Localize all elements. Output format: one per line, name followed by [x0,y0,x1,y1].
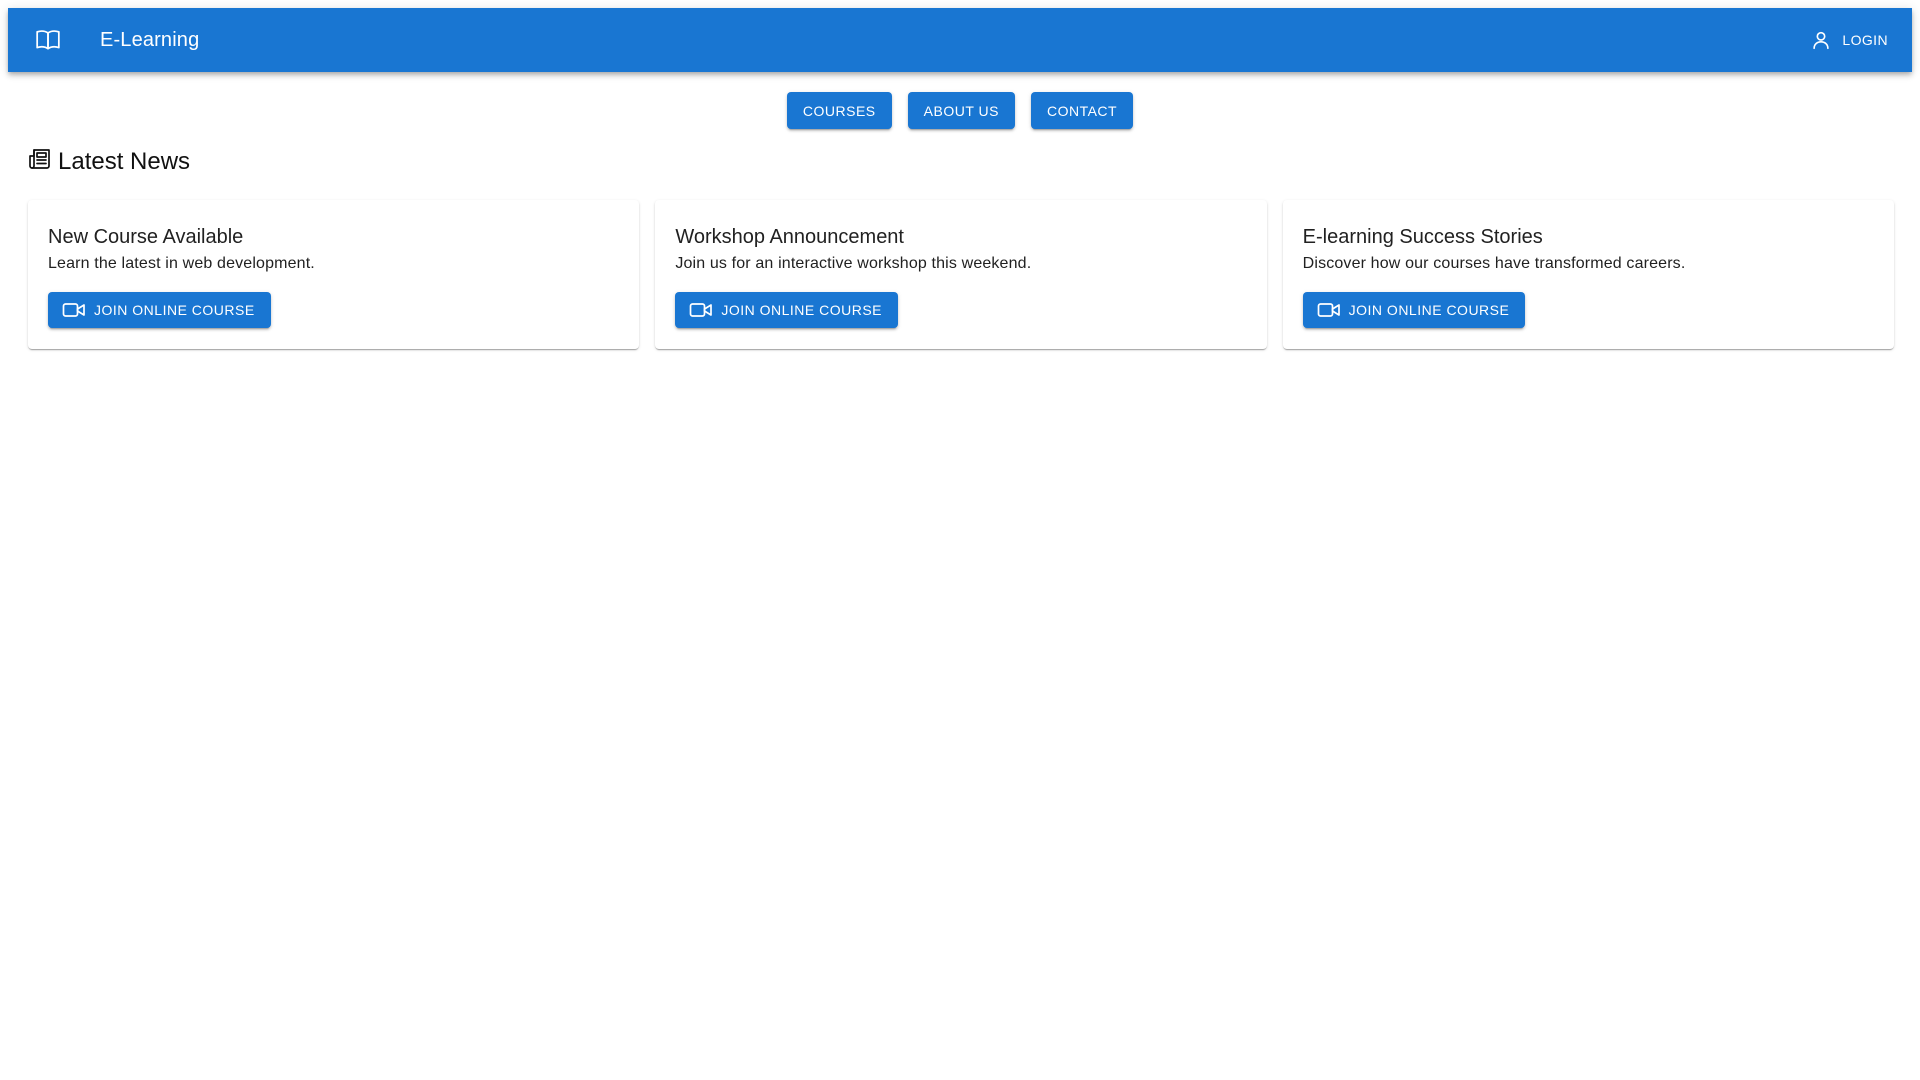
join-online-course-button[interactable]: JOIN ONLINE COURSE [1302,292,1526,328]
app-bar: E-Learning LOGIN [8,8,1912,72]
video-icon [689,300,713,320]
app-title: E-Learning [100,28,200,51]
nav-about-us-button[interactable]: ABOUT US [907,92,1015,129]
join-button-label: JOIN ONLINE COURSE [94,302,255,318]
join-online-course-button[interactable]: JOIN ONLINE COURSE [48,292,271,328]
card-body: Discover how our courses have transforme… [1302,255,1686,272]
nav-courses-button[interactable]: COURSES [786,92,892,129]
user-icon [1810,29,1832,51]
card-title: Workshop Announcement [675,226,904,248]
book-open-icon[interactable] [28,20,68,60]
card-title: New Course Available [48,226,244,248]
join-button-label: JOIN ONLINE COURSE [721,302,883,318]
newspaper-icon [28,147,52,171]
news-card: E-learning Success Stories Discover how … [1282,200,1894,349]
news-card: Workshop Announcement Join us for an int… [655,200,1267,349]
nav-contact-button[interactable]: CONTACT [1030,92,1134,129]
news-card: New Course Available Learn the latest in… [28,200,640,349]
join-button-label: JOIN ONLINE COURSE [1348,302,1510,318]
join-online-course-button[interactable]: JOIN ONLINE COURSE [675,292,899,328]
card-body: Learn the latest in web development. [48,255,315,272]
latest-news-title: Latest News [58,148,191,175]
login-label: LOGIN [1842,32,1888,48]
video-icon [62,300,86,320]
latest-news-heading: Latest News [28,148,190,176]
news-cards: New Course Available Learn the latest in… [28,200,1894,349]
video-icon [1317,300,1341,320]
card-title: E-learning Success Stories [1302,226,1543,248]
main-nav: COURSES ABOUT US CONTACT [0,92,1920,129]
login-button[interactable]: LOGIN [1802,22,1896,58]
card-body: Join us for an interactive workshop this… [675,255,1032,272]
